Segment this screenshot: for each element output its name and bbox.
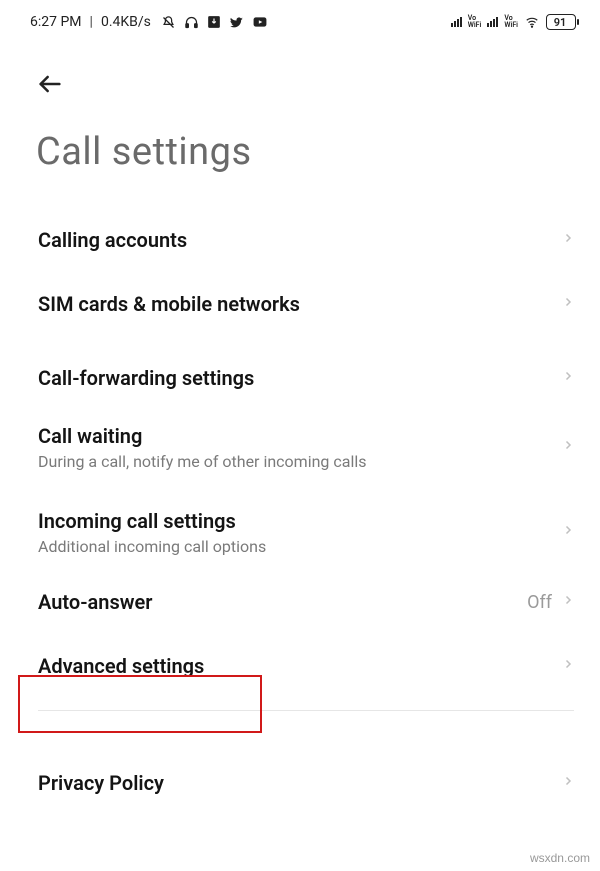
signal-icon-2 [487, 17, 498, 27]
item-calling-accounts[interactable]: Calling accounts [0, 208, 600, 272]
status-network-speed: 0.4KB/s [101, 14, 151, 30]
item-title: Privacy Policy [38, 771, 164, 795]
status-bar: 6:27 PM | 0.4KB/s [0, 0, 600, 36]
auto-answer-value: Off [527, 592, 552, 613]
settings-list: Calling accounts SIM cards & mobile netw… [0, 208, 600, 815]
status-time: 6:27 PM [30, 14, 82, 30]
item-title: SIM cards & mobile networks [38, 292, 300, 316]
page-title: Call settings [0, 104, 600, 208]
volte-label-2: VoWiFi [504, 15, 518, 29]
arrow-left-icon [36, 70, 64, 98]
item-incoming-call-settings[interactable]: Incoming call settings Additional incomi… [0, 495, 600, 570]
status-left: 6:27 PM | 0.4KB/s [30, 14, 268, 30]
status-right: VoWiFi VoWiFi 91 [451, 14, 576, 30]
chevron-right-icon [562, 772, 574, 795]
signal-icon-1 [451, 17, 462, 27]
chevron-right-icon [562, 591, 574, 614]
status-notification-icons [161, 15, 268, 30]
youtube-icon [252, 15, 268, 29]
watermark: wsxdn.com [530, 851, 590, 865]
status-separator: | [90, 14, 93, 30]
mute-icon [161, 15, 176, 30]
battery-level: 91 [554, 16, 567, 29]
item-title: Auto-answer [38, 590, 152, 614]
headphones-icon [184, 15, 199, 30]
volte-label-1: VoWiFi [468, 15, 482, 29]
item-call-forwarding[interactable]: Call-forwarding settings [0, 346, 600, 410]
item-advanced-settings[interactable]: Advanced settings [0, 634, 600, 698]
item-title: Call-forwarding settings [38, 366, 254, 390]
wifi-icon [524, 15, 540, 29]
item-title: Incoming call settings [38, 509, 266, 533]
item-sim-networks[interactable]: SIM cards & mobile networks [0, 272, 600, 336]
back-button[interactable] [36, 64, 76, 104]
chevron-right-icon [562, 521, 574, 544]
item-title: Calling accounts [38, 228, 187, 252]
item-privacy-policy[interactable]: Privacy Policy [0, 751, 600, 815]
chevron-right-icon [562, 655, 574, 678]
chevron-right-icon [562, 229, 574, 252]
twitter-icon [229, 15, 244, 30]
item-title: Call waiting [38, 424, 367, 448]
section-divider [38, 710, 574, 711]
chevron-right-icon [562, 436, 574, 459]
item-subtitle: Additional incoming call options [38, 537, 266, 556]
battery-indicator: 91 [546, 14, 576, 30]
item-auto-answer[interactable]: Auto-answer Off [0, 570, 600, 634]
item-title: Advanced settings [38, 654, 204, 678]
chevron-right-icon [562, 293, 574, 316]
download-icon [207, 15, 221, 29]
item-subtitle: During a call, notify me of other incomi… [38, 452, 367, 471]
item-call-waiting[interactable]: Call waiting During a call, notify me of… [0, 410, 600, 485]
chevron-right-icon [562, 367, 574, 390]
